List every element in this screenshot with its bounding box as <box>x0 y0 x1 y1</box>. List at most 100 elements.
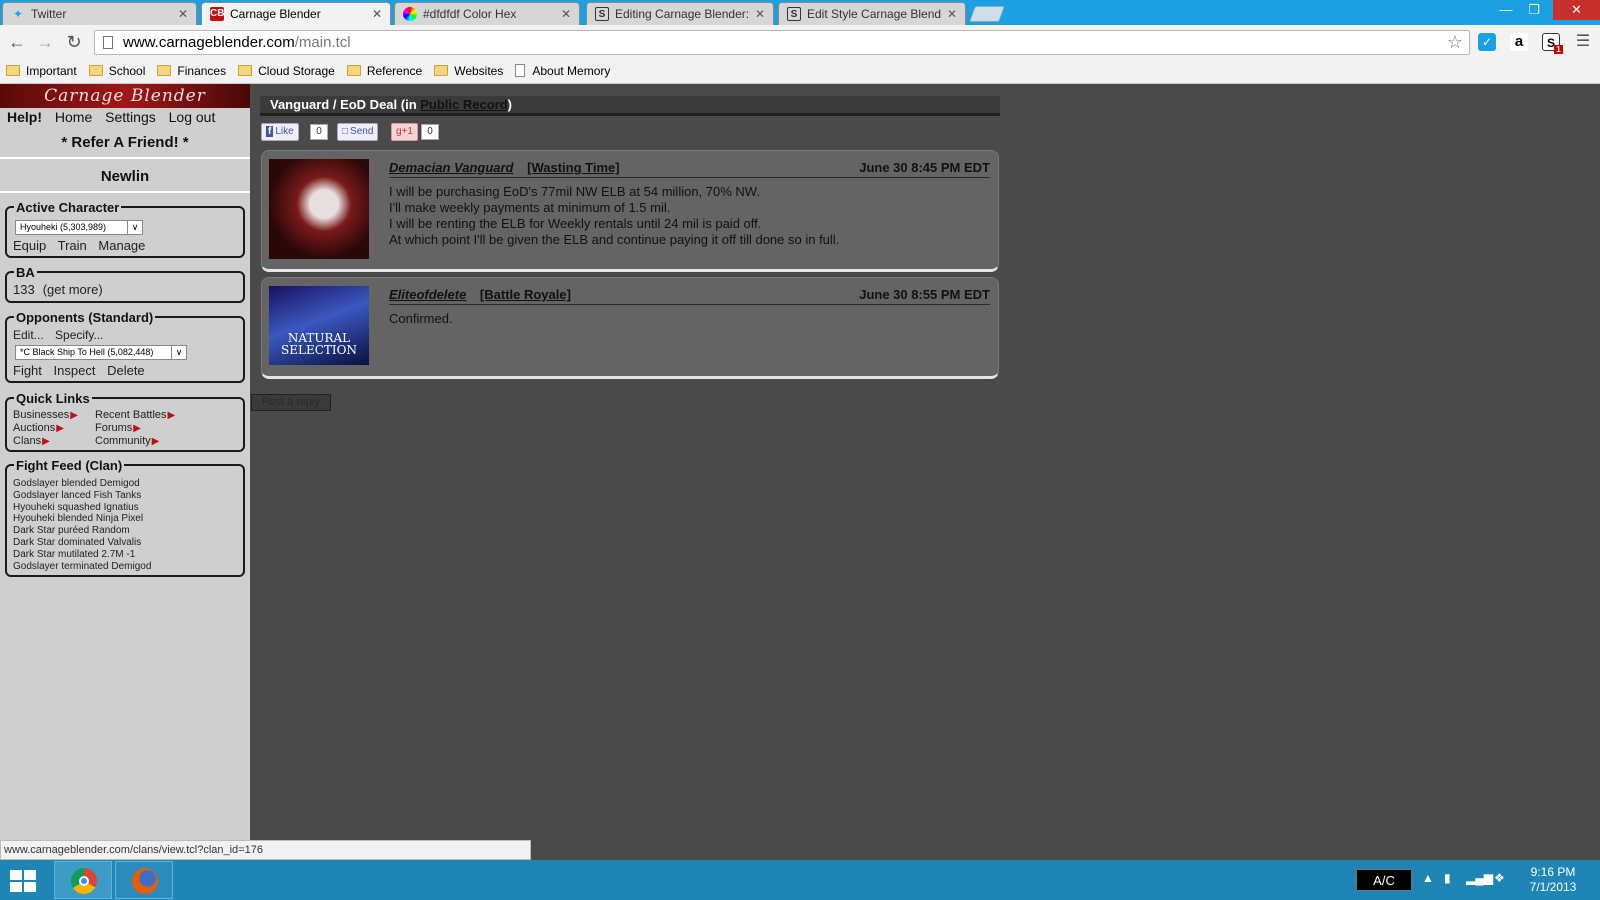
system-clock[interactable]: 9:16 PM 7/1/2013 <box>1518 865 1588 895</box>
bookmark-about-memory[interactable]: About Memory <box>515 64 610 78</box>
taskbar-chrome[interactable] <box>54 861 112 899</box>
close-icon[interactable]: ✕ <box>178 7 188 21</box>
fight-link[interactable]: Fight <box>13 363 42 378</box>
avatar-caption: NATURAL SELECTION <box>269 332 369 356</box>
address-bar[interactable]: www.carnageblender.com/main.tcl ☆ <box>94 30 1470 55</box>
refer-friend-link[interactable]: * Refer A Friend! * <box>0 134 250 151</box>
quick-links-box: Quick Links Businesses▶ Recent Battles▶ … <box>5 391 245 452</box>
feed-item[interactable]: Dark Star puréed Random <box>13 525 151 537</box>
twitter-icon: ✦ <box>12 7 24 21</box>
bookmark-label: Finances <box>177 63 227 78</box>
arrow-right-icon: ▶ <box>133 423 141 434</box>
avatar[interactable] <box>269 159 369 259</box>
nav-settings[interactable]: Settings <box>105 109 156 125</box>
nav-logout[interactable]: Log out <box>169 109 216 125</box>
avatar-caption-line: SELECTION <box>281 343 357 357</box>
quick-link-clans[interactable]: Clans▶ <box>13 435 50 447</box>
page-viewport: Carnage Blender Help! Home Settings Log … <box>0 84 1600 860</box>
close-icon[interactable]: ✕ <box>561 7 571 21</box>
tab-edit-style[interactable]: S Edit Style Carnage Blender ✕ <box>778 2 966 25</box>
folder-icon <box>157 65 172 76</box>
bookmark-finances[interactable]: Finances <box>157 64 226 78</box>
post-author-title[interactable]: [Wasting Time] <box>527 160 619 175</box>
train-link[interactable]: Train <box>58 238 87 253</box>
feed-item[interactable]: Dark Star mutilated 2.7M -1 <box>13 549 151 561</box>
dropbox-icon[interactable]: ❖ <box>1494 871 1505 885</box>
quick-link-businesses[interactable]: Businesses▶ <box>13 409 78 421</box>
facebook-like-button[interactable]: f Like <box>261 123 299 141</box>
minimize-icon[interactable]: — <box>1494 0 1518 20</box>
edit-link[interactable]: Edit... <box>13 328 44 342</box>
delete-link[interactable]: Delete <box>107 363 145 378</box>
feed-item[interactable]: Godslayer lanced Fish Tanks <box>13 490 151 502</box>
forum-link[interactable]: Public Record <box>420 97 507 112</box>
extension-blue-icon[interactable]: ✓ <box>1478 33 1496 51</box>
tray-arrow-icon[interactable]: ▲ <box>1422 871 1434 885</box>
close-icon[interactable]: ✕ <box>755 7 765 21</box>
bookmark-reference[interactable]: Reference <box>346 64 422 78</box>
specify-link[interactable]: Specify... <box>55 328 103 342</box>
post-author[interactable]: Demacian Vanguard <box>389 160 514 175</box>
close-icon[interactable]: ✕ <box>372 7 382 21</box>
bookmark-star-icon[interactable]: ☆ <box>1447 32 1463 53</box>
box-legend: Fight Feed (Clan) <box>14 458 125 473</box>
bookmark-label: Important <box>26 63 77 78</box>
nav-home[interactable]: Home <box>55 109 92 125</box>
signal-icon[interactable]: ▂▄▆ <box>1466 871 1493 885</box>
feed-item[interactable]: Hyouheki squashed Ignatius <box>13 502 151 514</box>
inspect-link[interactable]: Inspect <box>54 363 96 378</box>
feed-item[interactable]: Dark Star dominated Valvalis <box>13 537 151 549</box>
feed-item[interactable]: Hyouheki blended Ninja Pixel <box>13 513 151 525</box>
ac-power-label[interactable]: A/C <box>1356 869 1412 891</box>
equip-link[interactable]: Equip <box>13 238 46 253</box>
quick-link-forums[interactable]: Forums▶ <box>95 422 141 434</box>
tab-label: Carnage Blender <box>230 7 321 21</box>
new-tab-button[interactable] <box>969 6 1005 22</box>
close-icon[interactable]: ✕ <box>947 7 957 21</box>
post-author[interactable]: Eliteofdelete <box>389 287 466 302</box>
menu-icon[interactable]: ☰ <box>1572 31 1594 53</box>
folder-icon <box>434 65 449 76</box>
tab-editing-style[interactable]: S Editing Carnage Blender: [ ✕ <box>586 2 774 25</box>
quick-link-label: Community <box>95 435 151 447</box>
reload-icon[interactable]: ↻ <box>63 31 85 53</box>
avatar[interactable]: NATURAL SELECTION <box>269 286 369 365</box>
taskbar-firefox[interactable] <box>115 861 173 899</box>
site-logo[interactable]: Carnage Blender <box>0 84 250 108</box>
forward-icon[interactable]: → <box>34 31 56 53</box>
character-select[interactable]: Hyouheki (5,303,989) ∨ <box>15 220 143 235</box>
bookmark-label: About Memory <box>532 63 611 78</box>
opponent-select[interactable]: *C Black Ship To Hell (5,082,448) ∨ <box>15 345 187 360</box>
quick-link-auctions[interactable]: Auctions▶ <box>13 422 64 434</box>
back-icon[interactable]: ← <box>6 31 28 53</box>
quick-link-community[interactable]: Community▶ <box>95 435 159 447</box>
manage-link[interactable]: Manage <box>98 238 145 253</box>
amazon-icon[interactable]: a <box>1510 33 1528 51</box>
window-close-icon[interactable]: ✕ <box>1553 0 1600 20</box>
facebook-icon: f <box>266 126 274 137</box>
post-reply-button[interactable]: Post a reply <box>251 394 331 411</box>
bookmark-school[interactable]: School <box>88 64 145 78</box>
tab-color-hex[interactable]: #dfdfdf Color Hex ✕ <box>394 2 580 25</box>
quick-link-recent-battles[interactable]: Recent Battles▶ <box>95 409 175 421</box>
post-author-title[interactable]: [Battle Royale] <box>480 287 571 302</box>
folder-icon <box>88 65 103 76</box>
restore-icon[interactable]: ❐ <box>1522 0 1546 20</box>
feed-item[interactable]: Godslayer terminated Demigod <box>13 561 151 573</box>
windows-start-icon[interactable] <box>10 870 36 892</box>
stylish-icon: S <box>595 7 609 21</box>
forum-post: Demacian Vanguard [Wasting Time] June 30… <box>261 150 999 272</box>
bookmark-important[interactable]: Important <box>6 64 77 78</box>
battery-icon[interactable]: ▮ <box>1444 871 1451 885</box>
stylish-extension-icon[interactable]: S 1 <box>1542 33 1563 54</box>
box-legend: BA <box>14 265 37 280</box>
facebook-send-button[interactable]: □ Send <box>337 123 379 141</box>
bookmark-cloud-storage[interactable]: Cloud Storage <box>238 64 335 78</box>
bookmark-websites[interactable]: Websites <box>434 64 503 78</box>
google-plus-button[interactable]: g+1 <box>391 123 418 141</box>
tab-twitter[interactable]: ✦ Twitter ✕ <box>2 2 197 25</box>
feed-item[interactable]: Godslayer blended Demigod <box>13 478 151 490</box>
nav-help[interactable]: Help! <box>7 109 42 125</box>
get-more-link[interactable]: (get more) <box>43 282 103 297</box>
tab-carnage-blender[interactable]: CB Carnage Blender ✕ <box>201 2 391 25</box>
